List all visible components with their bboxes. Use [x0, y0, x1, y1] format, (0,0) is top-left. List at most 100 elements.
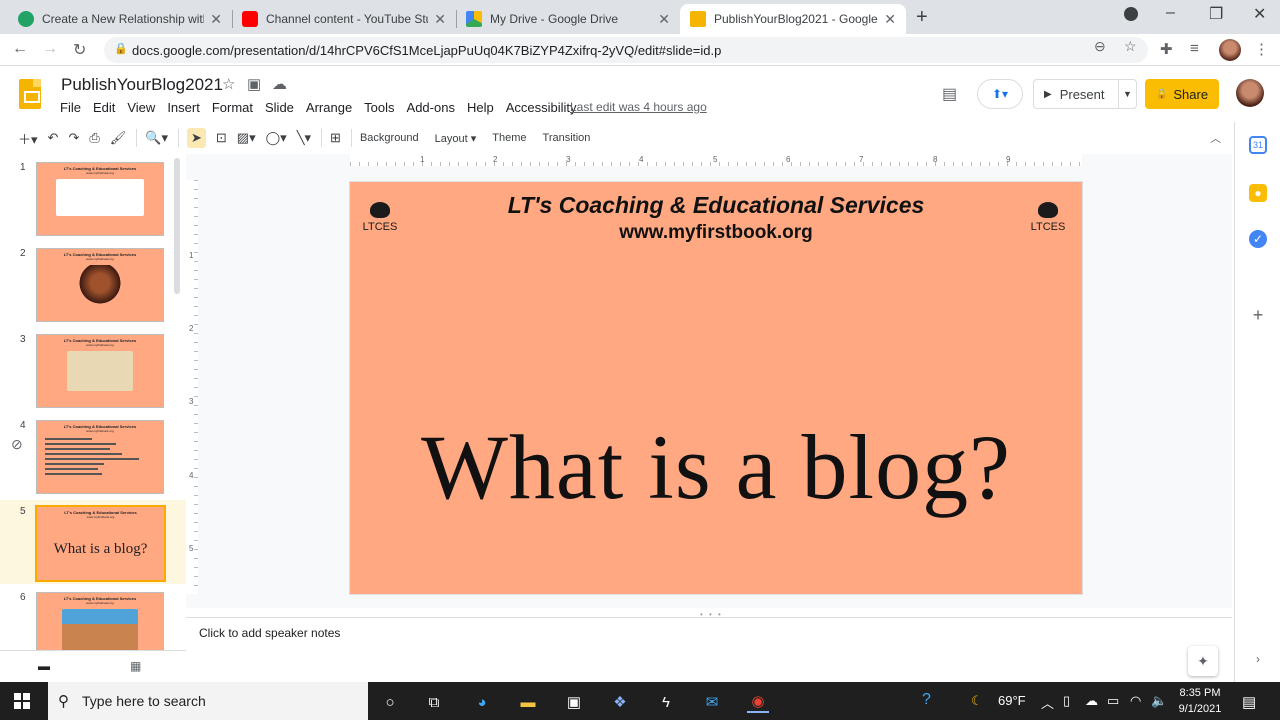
menu-format[interactable]: Format: [212, 100, 253, 115]
maximize-icon[interactable]: ❐: [1209, 4, 1223, 24]
menu-add-ons[interactable]: Add-ons: [407, 100, 455, 115]
browser-tab-2[interactable]: Channel content - YouTube Studi ✕: [232, 4, 456, 34]
filmstrip-view-icon[interactable]: ▬: [38, 659, 50, 673]
windows-start-icon[interactable]: [14, 693, 30, 709]
move-folder-icon[interactable]: ▣: [247, 75, 261, 93]
chevron-right-icon[interactable]: ›: [1249, 650, 1267, 668]
menu-slide[interactable]: Slide: [265, 100, 294, 115]
speaker-notes[interactable]: Click to add speaker notes: [186, 617, 1232, 682]
new-slide-plus-icon[interactable]: ＋▾: [18, 129, 38, 148]
browser-tab-3[interactable]: My Drive - Google Drive ✕: [456, 4, 680, 34]
present-dropdown-icon[interactable]: ▼: [1118, 80, 1136, 108]
menu-view[interactable]: View: [127, 100, 155, 115]
slide-thumbnail-row[interactable]: 6 LT's Coaching & Educational Services w…: [0, 586, 186, 650]
volume-icon[interactable]: 🔈: [1151, 693, 1167, 709]
zoom-icon[interactable]: 🔍▾: [145, 130, 168, 146]
forward-arrow-icon[interactable]: →: [42, 40, 58, 58]
edge-icon[interactable]: ◕: [471, 691, 493, 713]
close-tab-icon[interactable]: ✕: [210, 11, 222, 28]
taskbar-search-input[interactable]: ⚲ Type here to search: [48, 682, 368, 720]
star-icon[interactable]: ☆: [222, 75, 235, 93]
bookmark-star-icon[interactable]: ☆: [1124, 38, 1137, 55]
document-title[interactable]: PublishYourBlog2021: [61, 75, 223, 95]
slide-thumbnail-row-selected[interactable]: 5 LT's Coaching & Educational Services w…: [0, 500, 186, 584]
menu-arrange[interactable]: Arrange: [306, 100, 352, 115]
slide-thumbnail-row[interactable]: 3 LT's Coaching & Educational Services w…: [0, 328, 186, 412]
close-window-icon[interactable]: ✕: [1253, 4, 1266, 24]
background-button[interactable]: Background: [360, 132, 419, 144]
redo-icon[interactable]: ↷: [68, 130, 79, 146]
help-icon[interactable]: ?: [922, 691, 931, 709]
app-bolt-icon[interactable]: ϟ: [655, 691, 677, 713]
present-to-meeting-button[interactable]: ⬆▾: [977, 79, 1023, 109]
add-plus-icon[interactable]: +: [1249, 305, 1267, 325]
current-slide[interactable]: LTCES LTCES LT's Coaching & Educational …: [349, 181, 1083, 595]
extensions-puzzle-icon[interactable]: ✚: [1160, 40, 1173, 58]
menu-edit[interactable]: Edit: [93, 100, 115, 115]
chevron-up-icon[interactable]: ︿: [1210, 130, 1221, 146]
menu-tools[interactable]: Tools: [364, 100, 394, 115]
weather-moon-icon[interactable]: ☾: [971, 693, 983, 709]
reading-list-icon[interactable]: ≡: [1190, 40, 1199, 57]
task-view-icon[interactable]: ⧉: [423, 691, 445, 713]
browser-tab-1[interactable]: Create a New Relationship with M ✕: [8, 4, 232, 34]
battery-icon[interactable]: ▭: [1107, 693, 1119, 709]
shape-icon[interactable]: ◯▾: [266, 130, 287, 146]
taskbar-clock[interactable]: 8:35 PM 9/1/2021: [1172, 685, 1228, 717]
slide-thumbnail-row[interactable]: 1 LT's Coaching & Educational Services w…: [0, 156, 186, 240]
text-box-icon[interactable]: ⊡: [216, 130, 227, 146]
tasks-icon[interactable]: ✓: [1249, 230, 1267, 248]
slide-thumbnail[interactable]: LT's Coaching & Educational Services www…: [36, 162, 164, 236]
slide-heading[interactable]: LT's Coaching & Educational Services: [350, 192, 1082, 219]
undo-icon[interactable]: ↶: [48, 130, 59, 146]
zoom-icon[interactable]: ⊖: [1094, 38, 1106, 55]
chrome-icon[interactable]: ◉: [747, 691, 769, 713]
reload-icon[interactable]: ↻: [73, 40, 86, 60]
slide-thumbnail[interactable]: LT's Coaching & Educational Services www…: [35, 505, 166, 582]
print-icon[interactable]: ⎙: [89, 130, 99, 146]
slide-thumbnail-row[interactable]: 2 LT's Coaching & Educational Services w…: [0, 242, 186, 326]
close-tab-icon[interactable]: ✕: [884, 11, 896, 28]
paint-format-icon[interactable]: 🖌: [110, 130, 127, 146]
close-tab-icon[interactable]: ✕: [434, 11, 446, 28]
image-icon[interactable]: ▨▾: [237, 130, 256, 146]
menu-insert[interactable]: Insert: [167, 100, 200, 115]
mail-icon[interactable]: ✉: [701, 691, 723, 713]
last-edit-link[interactable]: Last edit was 4 hours ago: [570, 100, 707, 114]
slide-main-text[interactable]: What is a blog?: [350, 414, 1082, 520]
menu-accessibility[interactable]: Accessibility: [506, 100, 577, 115]
weather-temperature[interactable]: 69°F: [998, 693, 1026, 708]
cloud-status-icon[interactable]: ☁: [272, 75, 287, 93]
back-arrow-icon[interactable]: ←: [12, 40, 28, 58]
browser-tab-4[interactable]: PublishYourBlog2021 - Google Sl ✕: [680, 4, 906, 34]
notifications-icon[interactable]: ▤: [1242, 693, 1256, 711]
slides-logo-icon[interactable]: [19, 79, 41, 109]
explore-button[interactable]: ✦: [1188, 646, 1218, 676]
dropbox-icon[interactable]: ❖: [609, 691, 631, 713]
account-avatar[interactable]: [1236, 79, 1264, 107]
new-tab-plus-icon[interactable]: +: [916, 6, 928, 29]
browser-menu-icon[interactable]: ⋮: [1254, 40, 1269, 58]
slide-thumbnail[interactable]: LT's Coaching & Educational Services www…: [36, 592, 164, 650]
keep-icon[interactable]: ●: [1249, 184, 1267, 202]
menu-help[interactable]: Help: [467, 100, 494, 115]
share-button[interactable]: 🔒 Share: [1145, 79, 1219, 109]
menu-file[interactable]: File: [60, 100, 81, 115]
minimize-icon[interactable]: –: [1166, 4, 1175, 22]
profile-menu-icon[interactable]: [1124, 7, 1138, 21]
add-comment-icon[interactable]: ⊞: [330, 130, 341, 146]
comment-history-icon[interactable]: ▤: [942, 84, 957, 104]
layout-button[interactable]: Layout ▾: [435, 132, 477, 145]
slide-thumbnail[interactable]: LT's Coaching & Educational Services www…: [36, 334, 164, 408]
profile-avatar[interactable]: [1219, 39, 1241, 61]
url-field[interactable]: 🔒 docs.google.com/presentation/d/14hrCPV…: [104, 37, 1148, 63]
store-icon[interactable]: ▣: [563, 691, 585, 713]
close-tab-icon[interactable]: ✕: [658, 11, 670, 28]
calendar-icon[interactable]: 31: [1249, 136, 1267, 154]
grid-view-icon[interactable]: ▦: [130, 659, 141, 673]
theme-button[interactable]: Theme: [492, 132, 526, 144]
slide-url-text[interactable]: www.myfirstbook.org: [350, 222, 1082, 244]
transition-button[interactable]: Transition: [543, 132, 591, 144]
cortana-icon[interactable]: ○: [379, 691, 401, 713]
slide-thumbnail-row[interactable]: 4 LT's Coaching & Educational Services w…: [0, 414, 186, 498]
